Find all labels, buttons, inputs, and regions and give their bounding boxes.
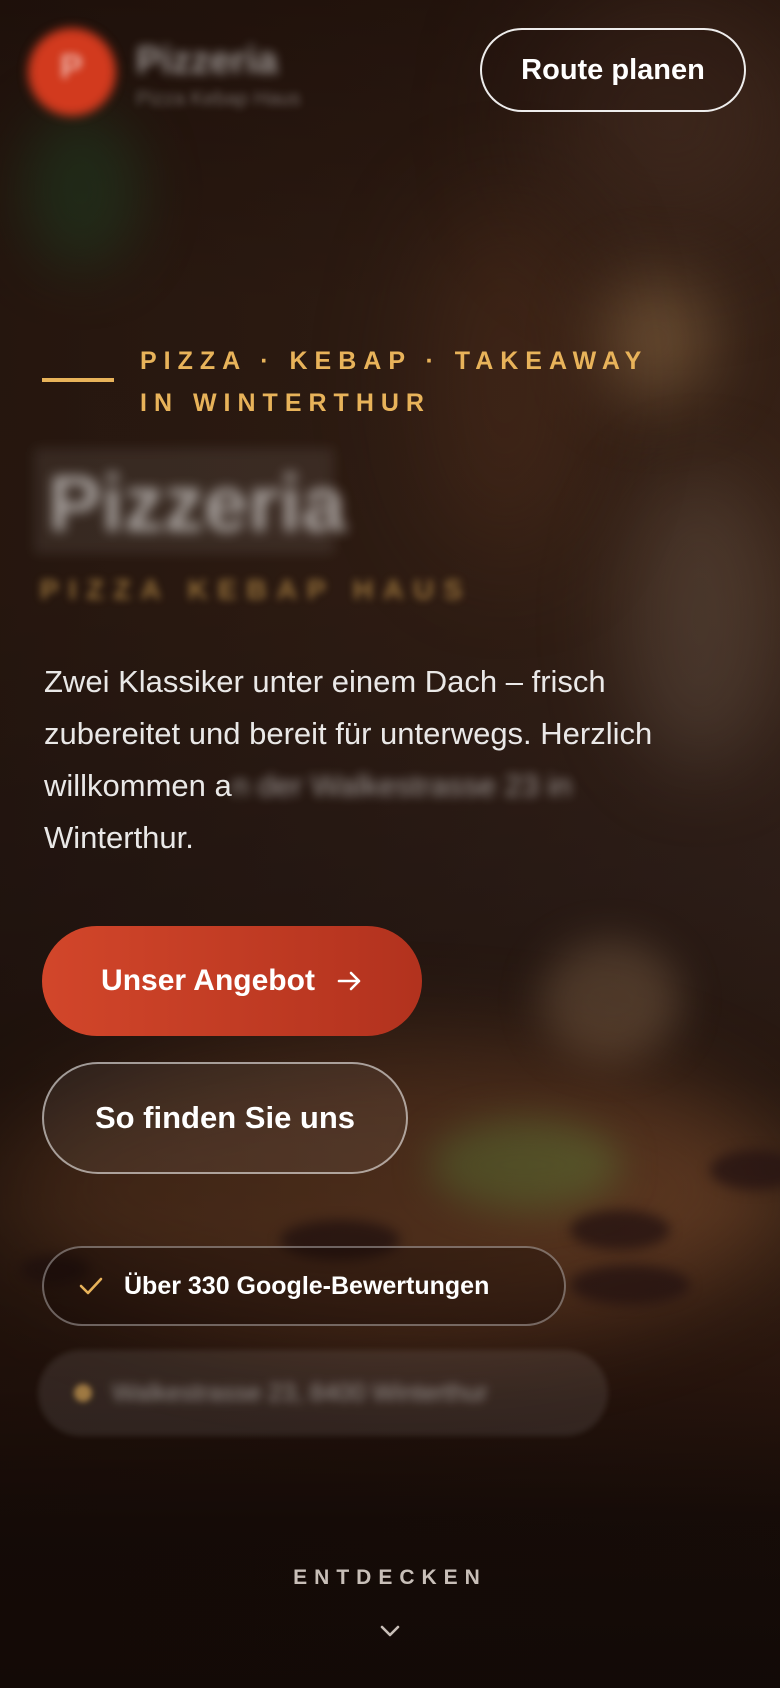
hero-subtitle: PIZZA KEBAP HAUS xyxy=(40,574,473,605)
chevron-down-icon[interactable] xyxy=(379,1620,401,1642)
brand-logo[interactable]: P xyxy=(24,24,120,120)
pin-icon xyxy=(74,1384,92,1402)
explore-label[interactable]: ENTDECKEN xyxy=(0,1566,780,1590)
brand-name: Pizzeria xyxy=(136,40,278,82)
eyebrow-text: PIZZA · KEBAP · TAKEAWAY IN WINTERTHUR xyxy=(140,347,648,417)
so-finden-sie-uns-button[interactable]: So finden Sie uns xyxy=(42,1062,408,1174)
lead-end: Winterthur. xyxy=(44,820,194,855)
logo-initial: P xyxy=(60,48,83,86)
eyebrow-divider xyxy=(42,378,114,382)
brand-tagline: Pizza Kebap Haus xyxy=(136,88,301,110)
hero-title: Pizzeria xyxy=(48,459,346,548)
address-text: Walkestrasse 23, 8400 Winterthur xyxy=(112,1378,488,1407)
hero-lead: Zwei Klassiker unter einem Dach – frisch… xyxy=(44,656,734,864)
unser-angebot-button[interactable]: Unser Angebot xyxy=(42,926,422,1036)
route-planen-button[interactable]: Route planen xyxy=(480,28,746,112)
arrow-right-icon xyxy=(337,971,361,991)
rating-text: Über 330 Google-Bewertungen xyxy=(124,1271,490,1300)
address-badge[interactable]: Walkestrasse 23, 8400 Winterthur xyxy=(38,1350,608,1436)
check-icon xyxy=(79,1277,103,1295)
lead-redacted: n der Walkestrasse 23 in xyxy=(231,768,572,803)
rating-badge: Über 330 Google-Bewertungen xyxy=(42,1246,566,1326)
unser-angebot-label: Unser Angebot xyxy=(101,964,315,997)
